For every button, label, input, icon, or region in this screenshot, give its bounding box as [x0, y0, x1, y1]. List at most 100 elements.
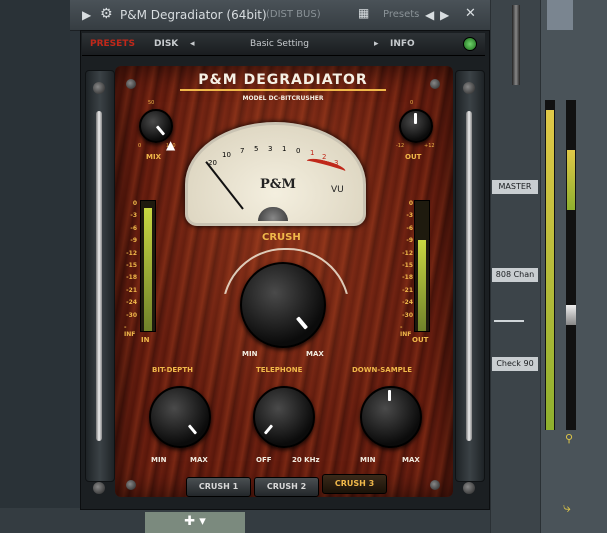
meter-tick-label: -21: [126, 286, 137, 294]
preset-next-icon[interactable]: ▸: [374, 39, 379, 49]
daw-bottom-bar: [0, 508, 490, 533]
in-meter-label: IN: [141, 336, 150, 344]
vu-tick: 5: [254, 145, 259, 153]
crush-3-button[interactable]: CRUSH 3: [322, 474, 387, 494]
mixer-label-808[interactable]: 808 Chan: [492, 268, 538, 282]
master-top-fader[interactable]: [547, 0, 573, 30]
output-level-fill: [418, 240, 426, 331]
out-meter-label: OUT: [412, 336, 429, 344]
telephone-knob[interactable]: [253, 386, 315, 448]
preset-name-field[interactable]: Basic Setting: [250, 39, 309, 49]
down-sample-indicator: [388, 390, 391, 401]
preset-prev-icon[interactable]: ◂: [190, 39, 195, 49]
mixer-fader-1[interactable]: [512, 5, 520, 85]
bit-depth-knob[interactable]: [149, 386, 211, 448]
bit-depth-min: MIN: [151, 456, 167, 464]
bit-depth-indicator: [187, 424, 198, 435]
bit-depth-label: BIT-DEPTH: [152, 366, 193, 374]
out-label: OUT: [405, 153, 422, 161]
left-rail-handle: [96, 111, 102, 441]
info-button[interactable]: INFO: [390, 39, 415, 49]
plugin-header-bar: PRESETS DISK ◂ Basic Setting ▸ INFO: [82, 33, 485, 56]
down-sample-label: DOWN-SAMPLE: [352, 366, 413, 374]
mixer-fader-line: [494, 320, 524, 322]
crush-knob[interactable]: [240, 262, 326, 348]
input-level-fill: [144, 207, 152, 331]
prev-preset-icon[interactable]: ◀: [425, 8, 434, 22]
daw-left-margin: [0, 0, 70, 533]
telephone-off: OFF: [256, 456, 272, 464]
telephone-label: TELEPHONE: [256, 366, 303, 374]
panel-title: P&M DEGRADIATOR: [180, 72, 386, 91]
mix-scale-mid: 50: [148, 100, 155, 106]
telephone-indicator: [263, 424, 274, 435]
vu-tick: 0: [296, 147, 301, 155]
route-arrow-icon[interactable]: ⤷: [563, 500, 571, 516]
screw-icon: [463, 82, 475, 94]
link-icon[interactable]: ⚲: [565, 432, 573, 445]
meter-tick-label: -18: [402, 274, 413, 282]
vu-tick: 7: [240, 147, 245, 155]
meter-tick-label: -30: [126, 311, 137, 319]
meter-tick-label: -6: [406, 224, 413, 232]
screw-icon: [463, 482, 475, 494]
master-fader-handle[interactable]: [566, 305, 576, 325]
panel-model: MODEL DC-BITCRUSHER: [242, 95, 324, 102]
out-scale-mid: 0: [410, 100, 414, 106]
master-meter-left-fill: [546, 110, 554, 430]
plugin-window-titlebar[interactable]: ▶ ⚙ P&M Degradiator (64bit) (DIST BUS) ▦…: [70, 0, 490, 31]
grid-icon[interactable]: ▦: [358, 6, 369, 20]
out-meter-ticks: 0 -3 -6 -9 -12 -15 -18 -21 -24 -30 -INF: [400, 200, 414, 338]
meter-tick-label: -15: [402, 262, 413, 269]
input-level-meter: [140, 200, 156, 332]
mixer-label-master[interactable]: MASTER: [492, 180, 538, 194]
vu-tick: 1: [310, 149, 315, 157]
output-level-meter: [414, 200, 430, 332]
vu-pivot: [258, 207, 288, 221]
disk-button[interactable]: DISK: [154, 39, 178, 49]
gear-icon[interactable]: ⚙: [100, 6, 113, 22]
meter-tick-label: -3: [130, 212, 137, 220]
crush-2-button[interactable]: CRUSH 2: [254, 477, 319, 497]
output-knob[interactable]: [399, 109, 433, 143]
menu-arrow-icon[interactable]: ▶: [82, 8, 91, 22]
out-scale-min: -12: [396, 143, 405, 149]
meter-tick-label: -9: [130, 237, 137, 245]
vu-tick: 1: [282, 145, 287, 153]
down-sample-knob[interactable]: [360, 386, 422, 448]
crush-label: CRUSH: [262, 232, 301, 243]
mix-scale-min: 0: [138, 143, 142, 149]
meter-tick-label: -30: [402, 311, 413, 319]
add-slot-button[interactable]: ✚ ▾: [145, 512, 245, 533]
crush-1-button[interactable]: CRUSH 1: [186, 477, 251, 497]
meter-tick-label: -12: [402, 249, 413, 257]
vu-tick: 10: [222, 151, 231, 159]
window-subtitle: (DIST BUS): [266, 9, 321, 20]
right-rack-rail: [455, 70, 485, 482]
down-sample-max: MAX: [402, 456, 420, 464]
next-preset-icon[interactable]: ▶: [440, 8, 449, 22]
in-meter-ticks: 0 -3 -6 -9 -12 -15 -18 -21 -24 -30 -INF: [124, 200, 138, 338]
vu-unit: VU: [331, 185, 344, 195]
vu-tick: 3: [268, 145, 273, 153]
master-meter-right-fill: [567, 150, 575, 210]
mixer-label-check[interactable]: Check 90: [492, 357, 538, 371]
out-scale-max: +12: [424, 143, 435, 149]
mix-knob-indicator: [155, 125, 166, 136]
crush-knob-indicator: [295, 316, 309, 330]
close-icon[interactable]: ✕: [465, 6, 476, 21]
meter-tick-label: -6: [130, 224, 137, 232]
screw-icon: [93, 482, 105, 494]
meter-tick-label: -INF: [400, 324, 412, 338]
presets-menu[interactable]: Presets: [383, 9, 419, 20]
meter-tick-label: -3: [406, 212, 413, 220]
mouse-cursor-icon: ▲: [166, 138, 176, 152]
meter-tick-label: 0: [132, 200, 137, 207]
vu-brand: P&M: [260, 177, 296, 192]
crush-max-label: MAX: [306, 350, 324, 358]
bit-depth-max: MAX: [190, 456, 208, 464]
screw-icon: [93, 82, 105, 94]
screw-icon: [430, 79, 440, 89]
right-rail-handle: [466, 111, 472, 441]
power-icon[interactable]: [463, 37, 477, 51]
